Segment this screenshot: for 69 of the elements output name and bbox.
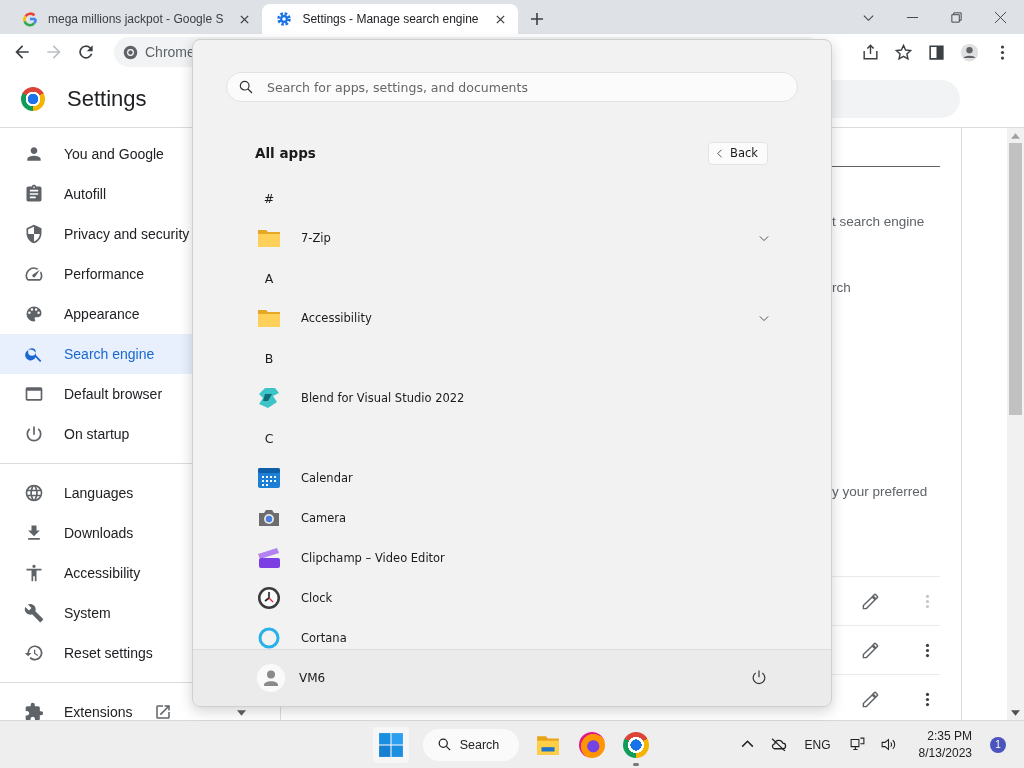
chevron-down-icon[interactable] [759, 314, 769, 322]
accessibility-icon [24, 563, 44, 583]
close-icon[interactable] [494, 13, 506, 25]
gauge-icon [24, 264, 44, 284]
description-text: rch [832, 280, 851, 295]
ring-icon [257, 626, 281, 649]
profile-avatar-icon[interactable] [960, 42, 979, 62]
search-icon [238, 79, 254, 95]
browser-tab[interactable]: mega millions jackpot - Google S [8, 4, 263, 34]
firefox-icon[interactable] [579, 731, 606, 758]
more-icon[interactable] [924, 690, 931, 708]
browser-tab[interactable]: Settings - Manage search engine [262, 4, 518, 34]
palette-icon [24, 304, 44, 324]
more-icon[interactable] [924, 641, 931, 659]
user-avatar-icon [257, 664, 285, 692]
browser-window-icon [24, 384, 44, 404]
edit-icon[interactable] [861, 689, 880, 709]
star-icon[interactable] [894, 42, 913, 62]
volume-icon[interactable] [879, 736, 897, 753]
start-icon[interactable] [372, 726, 409, 763]
chrome-icon [122, 43, 139, 61]
date-text: 8/13/2023 [918, 744, 972, 762]
close-icon[interactable] [994, 10, 1007, 24]
scrollbar[interactable] [1007, 128, 1024, 721]
notification-badge[interactable]: 1 [990, 736, 1006, 753]
close-icon[interactable] [239, 13, 251, 25]
chrome-logo-icon [21, 86, 45, 111]
language-indicator[interactable]: ENG [804, 737, 831, 752]
clipboard-icon [24, 184, 44, 204]
letter-header[interactable]: C [255, 423, 283, 453]
share-icon[interactable] [861, 42, 880, 62]
clock-icon [257, 586, 281, 610]
search-icon [436, 737, 452, 752]
description-text: y your preferred [832, 484, 928, 499]
side-panel-icon[interactable] [927, 42, 946, 62]
page-title: Settings [67, 85, 147, 112]
history-icon [24, 643, 44, 663]
google-icon [22, 11, 38, 27]
taskbar-search-button[interactable]: Search [422, 728, 520, 761]
blend-app-icon [257, 386, 281, 410]
scrollbar-thumb[interactable] [1009, 143, 1022, 415]
power-icon [24, 424, 44, 444]
description-text: t search engine [832, 214, 925, 229]
reload-button[interactable] [76, 42, 96, 62]
globe-icon [24, 483, 44, 503]
network-icon[interactable] [848, 736, 866, 753]
puzzle-icon [24, 702, 44, 722]
chevron-down-icon[interactable] [759, 234, 769, 242]
restore-icon[interactable] [950, 10, 963, 24]
gear-icon [276, 11, 293, 27]
chrome-icon[interactable] [623, 731, 650, 758]
new-tab-icon[interactable] [529, 12, 544, 26]
edit-icon[interactable] [861, 591, 880, 611]
clock[interactable]: 2:35 PM 8/13/2023 [918, 727, 972, 762]
time-text: 2:35 PM [927, 727, 972, 745]
section-heading: All apps [255, 145, 316, 161]
scroll-down-icon[interactable] [1011, 710, 1020, 716]
wrench-icon [24, 603, 44, 623]
letter-header[interactable]: # [255, 183, 283, 213]
clapperboard-icon [257, 546, 281, 570]
chevron-left-icon [717, 148, 723, 158]
calendar-icon [257, 466, 281, 490]
back-button[interactable]: Back [708, 141, 768, 165]
cloud-off-icon[interactable] [769, 736, 787, 753]
search-field[interactable]: Search for apps, settings, and documents [226, 72, 798, 102]
shield-icon [24, 224, 44, 244]
letter-header[interactable]: A [255, 263, 283, 293]
edit-icon[interactable] [861, 640, 880, 660]
scroll-down-icon[interactable] [237, 710, 246, 716]
